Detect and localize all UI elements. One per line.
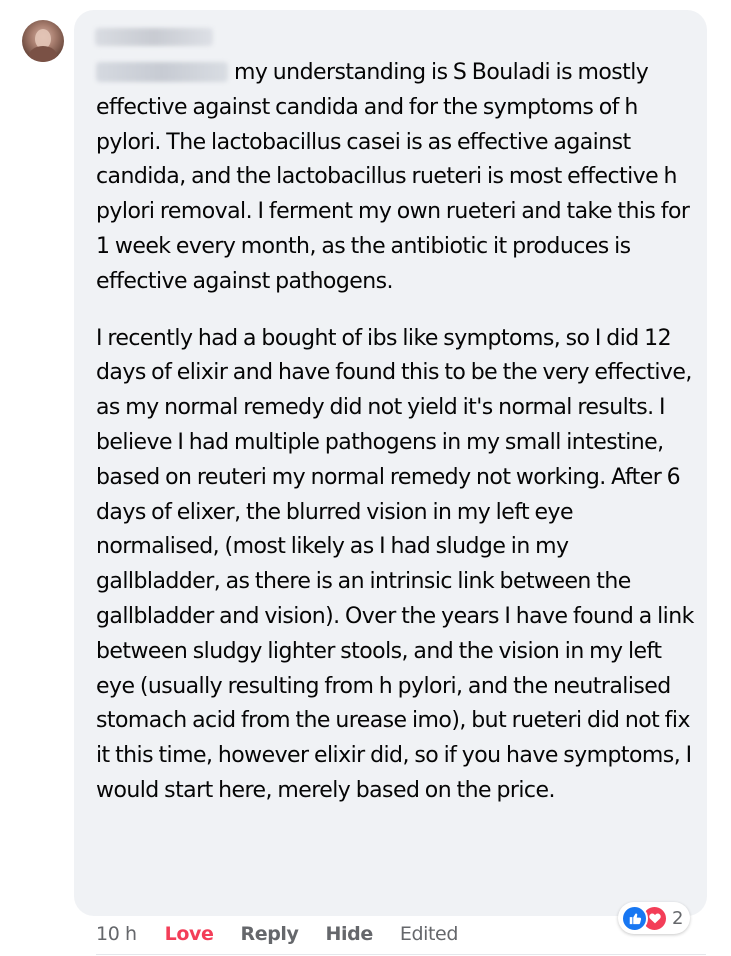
mention-redacted[interactable] bbox=[96, 62, 228, 82]
love-button[interactable]: Love bbox=[165, 923, 214, 945]
divider bbox=[96, 954, 706, 955]
avatar-body bbox=[29, 46, 57, 62]
like-icon bbox=[621, 904, 648, 932]
avatar[interactable] bbox=[22, 20, 64, 62]
reactions-summary[interactable]: 2 bbox=[618, 902, 691, 934]
edited-label[interactable]: Edited bbox=[400, 923, 459, 945]
timestamp-link[interactable]: 10 h bbox=[96, 923, 137, 945]
comment-paragraph-2: I recently had a bought of ibs like symp… bbox=[96, 325, 694, 803]
reply-button[interactable]: Reply bbox=[241, 923, 299, 945]
hide-button[interactable]: Hide bbox=[326, 923, 374, 945]
comment-text: my understanding is S Bouladi is mostly … bbox=[96, 56, 696, 809]
comment-actions: 10 h Love Reply Hide Edited bbox=[96, 920, 458, 948]
comment-paragraph-1: my understanding is S Bouladi is mostly … bbox=[96, 56, 696, 300]
reaction-count: 2 bbox=[672, 907, 684, 929]
author-name-redacted[interactable] bbox=[95, 28, 213, 46]
comment-paragraph-1-text: my understanding is S Bouladi is mostly … bbox=[96, 60, 690, 294]
